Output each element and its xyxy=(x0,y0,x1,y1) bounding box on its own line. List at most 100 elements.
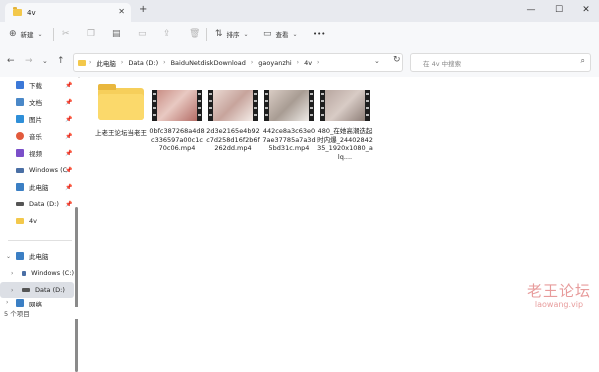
sidebar-item-label: 网络 xyxy=(29,301,42,307)
chevron-right-icon[interactable]: › xyxy=(11,270,13,277)
watermark: 老王论坛 laowang.vip xyxy=(524,280,594,309)
new-tab-button[interactable]: + xyxy=(139,4,147,15)
view-icon: ▭ xyxy=(263,29,272,39)
close-window-button[interactable]: ✕ xyxy=(573,2,599,18)
chevron-down-icon[interactable]: ⌄ xyxy=(6,253,11,260)
pin-icon: 📌 xyxy=(65,200,73,208)
chevron-down-icon: ⌄ xyxy=(292,30,298,38)
sidebar-item-documents[interactable]: 文档 📌 xyxy=(0,94,74,110)
address-bar[interactable]: › 此电脑 › Data (D:) › BaiduNetdiskDownload… xyxy=(73,53,403,72)
refresh-icon[interactable]: ↻ xyxy=(393,55,401,65)
breadcrumb-data-d[interactable]: Data (D:) xyxy=(128,59,158,67)
breadcrumb-4v[interactable]: 4v xyxy=(304,59,312,67)
sidebar-item-videos[interactable]: 视频 📌 xyxy=(0,145,74,161)
sidebar-item-windows-c[interactable]: Windows (C 📌 xyxy=(0,162,74,178)
sidebar-tree-windows-c[interactable]: › Windows (C:) xyxy=(0,265,74,281)
breadcrumb-baidunetdiskdownload[interactable]: BaiduNetdiskDownload xyxy=(171,59,246,67)
sidebar-item-downloads[interactable]: 下载 📌 xyxy=(0,77,74,93)
up-arrow-icon[interactable]: ↑ xyxy=(57,56,65,66)
breadcrumb-gaoyanzhi[interactable]: gaoyanzhi xyxy=(258,59,291,67)
command-bar: ⊕ 新建 ⌄ ✂ ❐ ▤ ▭ ⇪ 🗑 ⇅ 排序 ⌄ ▭ 查看 ⌄ ••• xyxy=(0,22,599,47)
computer-icon xyxy=(16,183,24,191)
sort-button[interactable]: ⇅ 排序 ⌄ xyxy=(215,27,249,41)
sidebar-tree-network[interactable]: › 网络 xyxy=(0,299,74,307)
pin-icon: 📌 xyxy=(65,149,73,157)
folder-icon xyxy=(16,218,24,224)
address-dropdown-icon[interactable]: ⌄ xyxy=(374,57,380,65)
sidebar-item-label: 音乐 xyxy=(29,133,42,141)
minimize-button[interactable]: — xyxy=(518,2,544,18)
maximize-button[interactable]: ☐ xyxy=(546,2,572,18)
close-tab-icon[interactable]: ✕ xyxy=(118,7,125,16)
video-thumbnail xyxy=(152,90,202,121)
video-thumbnail xyxy=(264,90,314,121)
delete-icon[interactable]: 🗑 xyxy=(189,27,200,41)
sidebar-item-pictures[interactable]: 图片 📌 xyxy=(0,111,74,127)
network-icon xyxy=(16,299,24,307)
sidebar-item-music[interactable]: 音乐 📌 xyxy=(0,128,74,144)
sidebar-item-4v[interactable]: 4v xyxy=(0,213,74,229)
sidebar-tree-this-pc[interactable]: ⌄ 此电脑 xyxy=(0,248,74,264)
more-options-button[interactable]: ••• xyxy=(313,27,325,41)
view-label: 查看 xyxy=(275,31,289,39)
new-label: 新建 xyxy=(20,31,34,39)
pin-icon: 📌 xyxy=(65,81,73,89)
pin-icon: 📌 xyxy=(65,166,73,174)
sort-label: 排序 xyxy=(226,31,240,39)
chevron-down-icon: ⌄ xyxy=(37,30,43,38)
sidebar-scrollbar[interactable] xyxy=(75,207,78,372)
video-file-item[interactable]: 442ce8a3c63e07ae37785a7a3d5bd31c.mp4 xyxy=(261,85,317,153)
video-file-item[interactable]: 2d3e2165e4b92c7d258d16f2b6f262dd.mp4 xyxy=(205,85,261,153)
video-frame xyxy=(325,90,365,121)
search-input[interactable]: 在 4v 中搜索 ⌕ xyxy=(410,53,591,72)
drive-icon xyxy=(16,202,24,206)
chevron-right-icon: › xyxy=(163,59,166,66)
sidebar-divider xyxy=(8,240,72,241)
copy-icon[interactable]: ❐ xyxy=(87,27,95,41)
folder-icon xyxy=(13,7,22,16)
film-strip xyxy=(264,90,269,121)
paste-icon[interactable]: ▤ xyxy=(112,27,121,41)
cut-icon[interactable]: ✂ xyxy=(62,27,70,41)
plus-circle-icon: ⊕ xyxy=(9,29,17,39)
navigation-pane: 下载 📌 文档 📌 图片 📌 音乐 📌 视频 📌 Windows (C 📌 此电… xyxy=(0,77,78,372)
new-button[interactable]: ⊕ 新建 ⌄ xyxy=(9,27,43,41)
pin-icon: 📌 xyxy=(65,115,73,123)
view-button[interactable]: ▭ 查看 ⌄ xyxy=(263,27,298,41)
chevron-right-icon: › xyxy=(120,59,124,66)
search-placeholder: 在 4v 中搜索 xyxy=(423,60,462,68)
sidebar-item-label: Windows (C xyxy=(29,166,68,174)
chevron-right-icon[interactable]: › xyxy=(6,299,8,306)
video-icon xyxy=(16,149,24,157)
chevron-right-icon: › xyxy=(89,59,92,66)
tab-title: 4v xyxy=(27,8,36,17)
sort-icon: ⇅ xyxy=(215,29,223,39)
tab-4v[interactable]: 4v ✕ xyxy=(5,3,131,22)
sidebar-item-this-pc[interactable]: 此电脑 📌 xyxy=(0,179,74,195)
forward-arrow-icon[interactable]: → xyxy=(25,56,33,66)
file-name: 480_在她高潮迭起时内爆_2440284235_1920x1080_alq..… xyxy=(317,127,373,161)
chevron-down-icon: ⌄ xyxy=(243,30,249,38)
computer-icon xyxy=(16,252,24,260)
sidebar-item-data-d[interactable]: Data (D:) 📌 xyxy=(0,196,74,212)
chevron-right-icon[interactable]: › xyxy=(11,287,13,294)
folder-icon xyxy=(98,84,144,120)
title-bar: 4v ✕ + — ☐ ✕ xyxy=(0,0,599,22)
drive-icon xyxy=(22,270,27,276)
film-strip xyxy=(253,90,258,121)
video-frame xyxy=(213,90,253,121)
breadcrumb-this-pc[interactable]: 此电脑 xyxy=(96,58,116,68)
drive-icon xyxy=(22,288,30,292)
video-file-item[interactable]: 480_在她高潮迭起时内爆_2440284235_1920x1080_alq..… xyxy=(317,85,373,161)
folder-item[interactable]: 上老王论坛当老王 xyxy=(93,84,149,138)
video-file-item[interactable]: 0bfc387268a4d8c336597a00c1c70c06.mp4 xyxy=(149,85,205,153)
rename-icon[interactable]: ▭ xyxy=(138,27,147,41)
file-view: 上老王论坛当老王 0bfc387268a4d8c336597a00c1c70c0… xyxy=(80,77,599,307)
file-name: 0bfc387268a4d8c336597a00c1c70c06.mp4 xyxy=(149,127,205,152)
sidebar-tree-data-d[interactable]: › Data (D:) xyxy=(0,282,74,298)
sidebar-item-label: Windows (C:) xyxy=(31,269,74,277)
share-icon[interactable]: ⇪ xyxy=(163,27,171,41)
picture-icon xyxy=(16,115,24,123)
recent-chevron-icon[interactable]: ⌄ xyxy=(42,57,48,65)
back-arrow-icon[interactable]: ← xyxy=(7,56,15,66)
